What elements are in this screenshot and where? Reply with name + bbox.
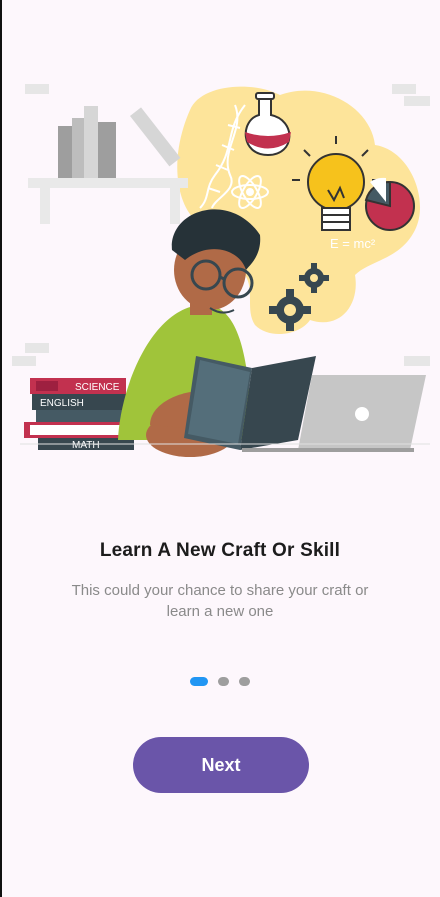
page-dot-2[interactable] [218,676,229,686]
page-dot-3[interactable] [239,676,250,686]
onboarding-title: Learn A New Craft Or Skill [99,540,341,561]
book-stack: SCIENCE ENGLISH MATH [24,378,134,451]
onboarding-subtitle: This could your chance to share your cra… [71,582,369,620]
next-button[interactable]: Next [133,737,309,793]
book-math-label: MATH [72,440,100,451]
bookshelf [28,106,188,224]
learning-illustration: E = mc² SCIENCE ENGLISH MATH [12,84,430,457]
formula-text: E = mc² [330,236,376,251]
page-dot-1[interactable] [190,676,208,686]
page-indicator [0,675,440,687]
book-science-label: SCIENCE [75,382,120,393]
open-book [184,356,316,450]
book-english-label: ENGLISH [40,398,84,409]
